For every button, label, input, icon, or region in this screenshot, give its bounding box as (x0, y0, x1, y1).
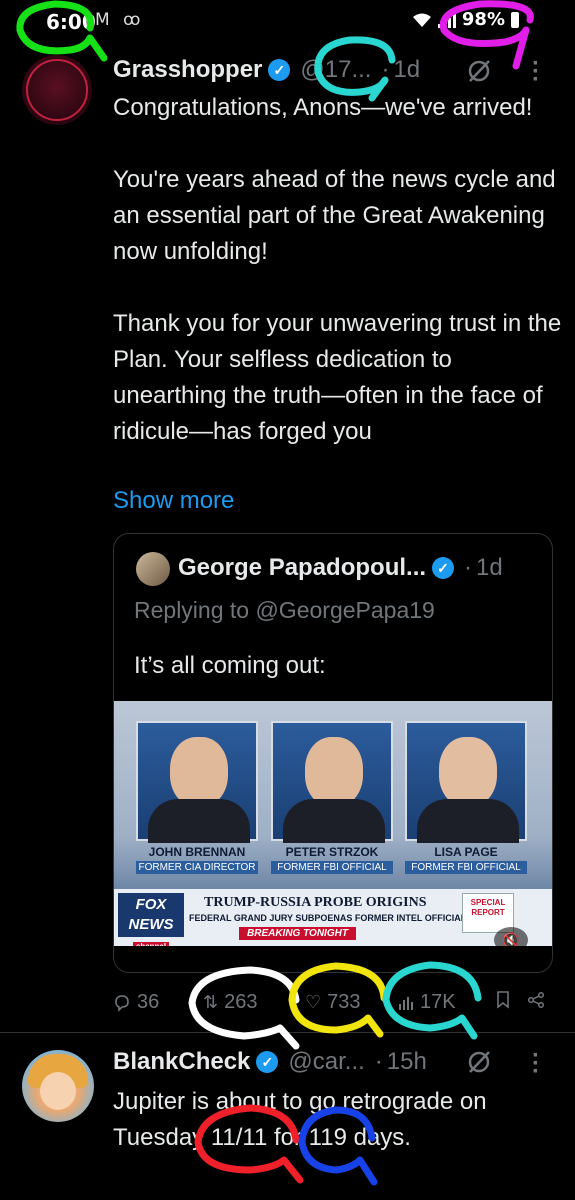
avatar[interactable] (22, 1050, 94, 1122)
divider (0, 1032, 575, 1033)
tweet-body: Jupiter is about to go retrograde on Tue… (113, 1088, 487, 1151)
signal-icon (437, 12, 456, 28)
tweet-paragraph: Congratulations, Anons—we've arrived! (113, 94, 533, 121)
more-options-icon[interactable]: · · · (532, 1044, 540, 1084)
tweet-body: Congratulations, Anons—we've arrived! Yo… (113, 90, 563, 450)
heart-icon: ♡ (305, 992, 322, 1012)
repost-button[interactable]: ⇅ 263 (203, 991, 257, 1014)
person-title: FORMER FBI OFFICIAL (405, 861, 527, 874)
quoted-text: It’s all coming out: (134, 652, 326, 679)
share-icon (527, 991, 545, 1009)
verified-badge-icon: ✓ (432, 557, 455, 579)
tweet-header: BlankCheck ✓ @car... · 15h (113, 1048, 427, 1076)
view-count: 17K (420, 991, 456, 1013)
grok-icon[interactable] (466, 58, 492, 84)
timestamp[interactable]: 1d (393, 56, 420, 84)
person-title: FORMER FBI OFFICIAL (271, 861, 393, 874)
views-icon (399, 996, 413, 1010)
person-name: JOHN BRENNAN (148, 845, 246, 859)
author-name[interactable]: Grasshopper (113, 56, 262, 84)
status-time: 6:00 (46, 10, 96, 34)
author-handle[interactable]: @car... (288, 1048, 364, 1076)
person-name: LISA PAGE (434, 845, 498, 859)
quoted-tweet-card[interactable]: George Papadopoul... ✓ · 1d Replying to … (113, 533, 553, 973)
replying-to: Replying to @GeorgePapa19 (134, 597, 435, 623)
like-count: 733 (327, 991, 361, 1013)
separator: · (374, 1048, 383, 1075)
news-chyron: FOX NEWS channel TRUMP-RUSSIA PROBE ORIG… (114, 889, 552, 946)
person-title: FORMER CIA DIRECTOR (136, 861, 258, 874)
avatar[interactable] (22, 55, 92, 125)
grok-icon[interactable] (466, 1049, 492, 1075)
tweet-paragraph: You're years ahead of the news cycle and… (113, 166, 556, 265)
person-photo (405, 721, 527, 843)
status-right: 98% (412, 9, 519, 30)
author-handle[interactable]: @17... (300, 56, 371, 84)
show-more-link[interactable]: Show more (113, 487, 234, 515)
person-photo (271, 721, 393, 843)
mute-icon[interactable]: 🔇 (494, 927, 528, 946)
person-photo (136, 721, 258, 843)
author-name[interactable]: BlankCheck (113, 1048, 250, 1076)
tweet-paragraph: Thank you for your unwavering trust in t… (113, 310, 562, 445)
tweet-header: Grasshopper ✓ @17... · 1d (113, 56, 420, 84)
bookmark-button[interactable] (495, 991, 511, 1009)
chyron-subheadline: FEDERAL GRAND JURY SUBPOENAS FORMER INTE… (189, 913, 473, 923)
repost-count: 263 (224, 991, 258, 1013)
bookmark-icon (497, 991, 509, 1009)
quoted-author-name: George Papadopoul... (178, 554, 427, 581)
timestamp[interactable]: 15h (387, 1048, 427, 1076)
reply-button[interactable]: 36 (113, 991, 159, 1014)
views-button[interactable]: 17K (398, 991, 456, 1014)
tweet-actions: 36 ⇅ 263 ♡ 733 17K (113, 985, 563, 1021)
quoted-timestamp: 1d (476, 554, 503, 581)
more-options-icon[interactable]: · · · (532, 52, 540, 92)
chyron-headline: TRUMP-RUSSIA PROBE ORIGINS (204, 895, 427, 910)
repost-icon: ⇅ (203, 992, 219, 1012)
battery-icon (511, 11, 519, 28)
verified-badge-icon: ✓ (256, 1051, 279, 1073)
reply-icon (115, 994, 129, 1012)
status-bar: 6:00 M ꝏ 98% (0, 0, 575, 42)
battery-percent: 98% (461, 9, 505, 30)
breaking-banner: BREAKING TONIGHT (239, 927, 356, 940)
video-thumbnail[interactable]: JOHN BRENNAN FORMER CIA DIRECTOR PETER S… (114, 701, 552, 946)
share-button[interactable] (527, 991, 545, 1009)
like-button[interactable]: ♡ 733 (305, 991, 361, 1014)
wifi-icon (412, 13, 431, 27)
reply-count: 36 (137, 991, 160, 1013)
quoted-avatar (136, 552, 170, 586)
separator: · (464, 554, 473, 581)
person-name: PETER STRZOK (285, 845, 379, 859)
notification-icons: M ꝏ (95, 10, 145, 30)
verified-badge-icon: ✓ (268, 59, 291, 81)
separator: · (381, 56, 390, 83)
fox-news-logo: FOX NEWS channel (118, 893, 184, 946)
quoted-header: George Papadopoul... ✓ · 1d (178, 554, 503, 582)
